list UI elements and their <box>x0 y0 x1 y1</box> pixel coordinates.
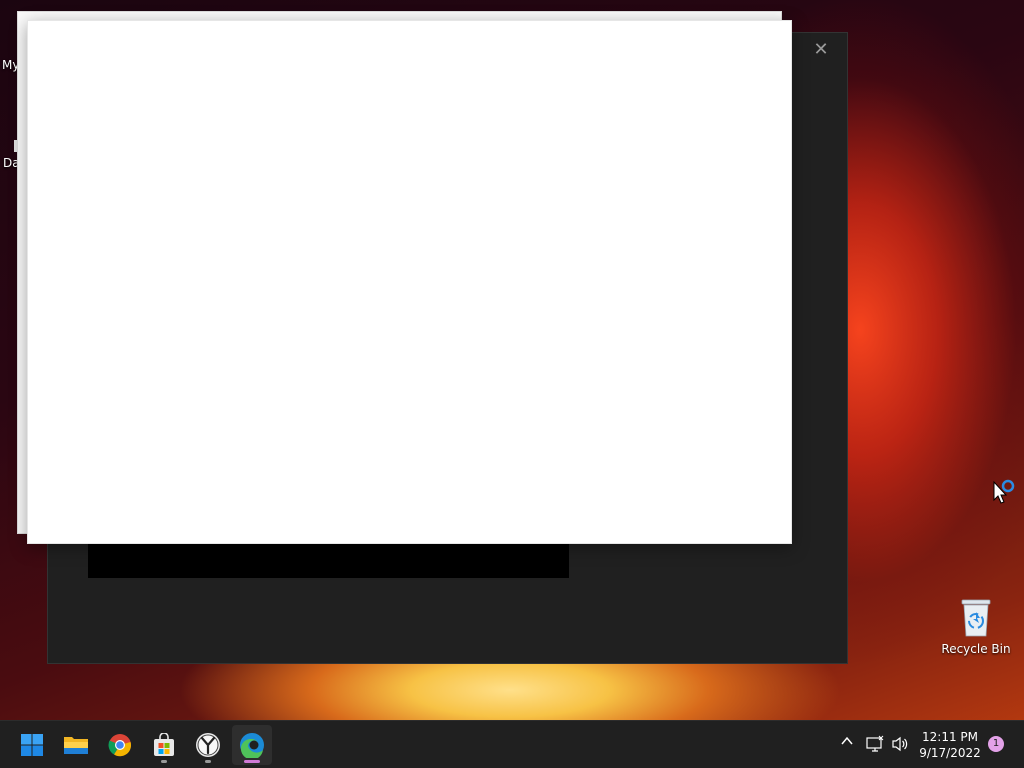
store-icon <box>154 733 174 756</box>
chrome-button[interactable] <box>100 725 140 765</box>
edge-icon <box>240 733 264 758</box>
notification-badge[interactable]: 1 <box>988 736 1004 752</box>
running-indicator <box>161 760 167 763</box>
clock-icon <box>196 733 220 757</box>
taskbar: 12:11 PM 9/17/2022 1 <box>0 720 1024 768</box>
volume-icon[interactable] <box>891 735 909 757</box>
show-hidden-icons-chevron[interactable] <box>840 733 854 752</box>
file-explorer-button[interactable] <box>56 725 96 765</box>
blank-window-front[interactable] <box>27 20 792 544</box>
folder-icon <box>64 737 88 754</box>
start-button[interactable] <box>12 725 52 765</box>
clock-date: 9/17/2022 <box>919 746 981 760</box>
chrome-icon <box>108 734 132 757</box>
windows-start-icon <box>21 734 43 756</box>
store-button[interactable] <box>144 725 184 765</box>
dialog-content-area <box>88 538 569 578</box>
close-button[interactable]: ✕ <box>809 39 833 63</box>
recycle-bin-icon <box>959 596 993 638</box>
clock-app-button[interactable] <box>188 725 228 765</box>
recycle-bin-label: Recycle Bin <box>941 642 1011 656</box>
edge-button[interactable] <box>232 725 272 765</box>
clock-time: 12:11 PM <box>922 730 978 744</box>
busy-cursor-icon <box>993 478 1019 510</box>
tray-clock[interactable]: 12:11 PM 9/17/2022 <box>918 729 982 761</box>
running-indicator <box>205 760 211 763</box>
active-indicator <box>244 760 260 763</box>
network-icon[interactable] <box>866 735 884 757</box>
recycle-bin[interactable]: Recycle Bin <box>940 596 1012 656</box>
